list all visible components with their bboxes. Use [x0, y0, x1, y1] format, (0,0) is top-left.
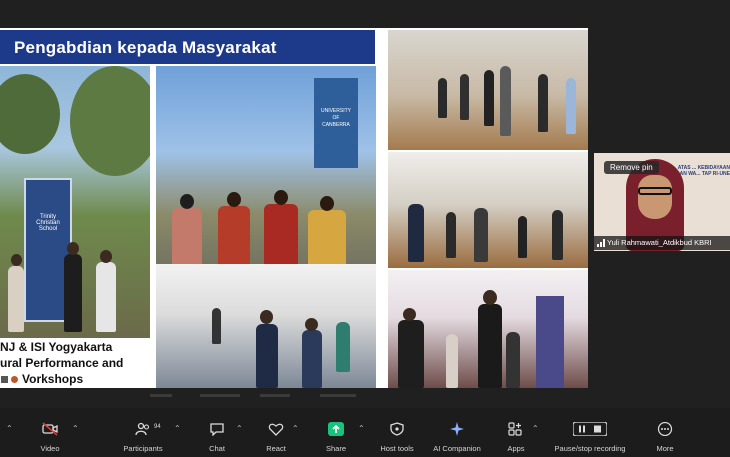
participants-button[interactable]: 94 Participants: [116, 408, 170, 457]
participants-label: Participants: [123, 444, 163, 453]
photo-dance-practice: [388, 270, 588, 388]
remove-pin-button[interactable]: Remove pin: [604, 161, 659, 174]
apps-label: Apps: [507, 444, 525, 453]
slide-bottom-strip: [0, 388, 588, 408]
react-button[interactable]: React: [258, 408, 294, 457]
video-options-caret[interactable]: ⌃: [72, 424, 79, 433]
host-tools-label: Host tools: [380, 444, 414, 453]
slide-caption: NJ & ISI Yogyakarta ural Performance and…: [0, 338, 156, 388]
share-button[interactable]: Share: [318, 408, 354, 457]
caption-line-2: ural Performance and: [0, 356, 124, 370]
photo-traditional-costumes: UNIVERSITY OF CANBERRA: [156, 66, 376, 280]
audio-options-caret[interactable]: ⌃: [6, 424, 13, 433]
ai-companion-label: AI Companion: [433, 444, 481, 453]
photo-campus-sign-group: Trinity Christian School: [0, 66, 150, 338]
chat-icon: [210, 423, 224, 436]
pause-stop-recording-label: Pause/stop recording: [554, 444, 626, 453]
signal-strength-icon: [597, 239, 605, 247]
heart-icon: [268, 423, 284, 436]
ai-companion-button[interactable]: AI Companion: [428, 408, 486, 457]
pause-stop-icon: [573, 422, 607, 436]
participants-icon: [135, 422, 150, 436]
chat-options-caret[interactable]: ⌃: [236, 424, 243, 433]
slide-title: Pengabdian kepada Masyarakat: [14, 38, 277, 57]
caption-line-1: NJ & ISI Yogyakarta: [0, 340, 113, 354]
share-options-caret[interactable]: ⌃: [358, 424, 365, 433]
video-off-icon: [42, 422, 58, 436]
chat-label: Chat: [209, 444, 225, 453]
participant-count: 94: [154, 424, 161, 430]
university-banner-text: UNIVERSITY OF CANBERRA: [320, 108, 351, 128]
participants-options-caret[interactable]: ⌃: [174, 424, 181, 433]
shield-icon: [390, 422, 404, 436]
apps-button[interactable]: Apps: [502, 408, 530, 457]
campus-sign-text: Trinity Christian School: [36, 214, 60, 232]
photo-dance-studio-1: [388, 30, 588, 150]
apps-options-caret[interactable]: ⌃: [532, 424, 539, 433]
photo-dance-studio-2: [388, 152, 588, 268]
more-button[interactable]: More: [646, 408, 684, 457]
video-label: Video: [40, 444, 60, 453]
share-icon: [328, 422, 344, 436]
participant-name: Yuli Rahmawati_Atdikbud KBRI: [607, 238, 712, 247]
video-button[interactable]: Video: [30, 408, 70, 457]
more-icon: [657, 422, 673, 436]
react-label: React: [266, 444, 286, 453]
meeting-stage: Pengabdian kepada Masyarakat Trinity Chr…: [0, 0, 730, 408]
participant-name-bar: Yuli Rahmawati_Atdikbud KBRI: [594, 236, 730, 250]
apps-icon: [508, 422, 522, 436]
meeting-toolbar: ⌃ Video ⌃ 94 Participants ⌃ Chat ⌃ React…: [0, 408, 730, 457]
slide-title-band: Pengabdian kepada Masyarakat: [0, 30, 375, 64]
shared-slide: Pengabdian kepada Masyarakat Trinity Chr…: [0, 28, 588, 388]
caption-mini-icons: [0, 374, 22, 386]
more-label: More: [656, 444, 674, 453]
react-options-caret[interactable]: ⌃: [292, 424, 299, 433]
photo-workshop-hall: [156, 264, 376, 388]
share-label: Share: [325, 444, 346, 453]
slide-top-bar: [0, 0, 588, 28]
caption-line-3: Vorkshops: [22, 372, 84, 386]
university-banner: UNIVERSITY OF CANBERRA: [314, 78, 358, 168]
chat-button[interactable]: Chat: [200, 408, 234, 457]
host-tools-button[interactable]: Host tools: [376, 408, 418, 457]
sparkle-icon: [450, 422, 464, 436]
pause-stop-recording-button[interactable]: Pause/stop recording: [548, 408, 632, 457]
